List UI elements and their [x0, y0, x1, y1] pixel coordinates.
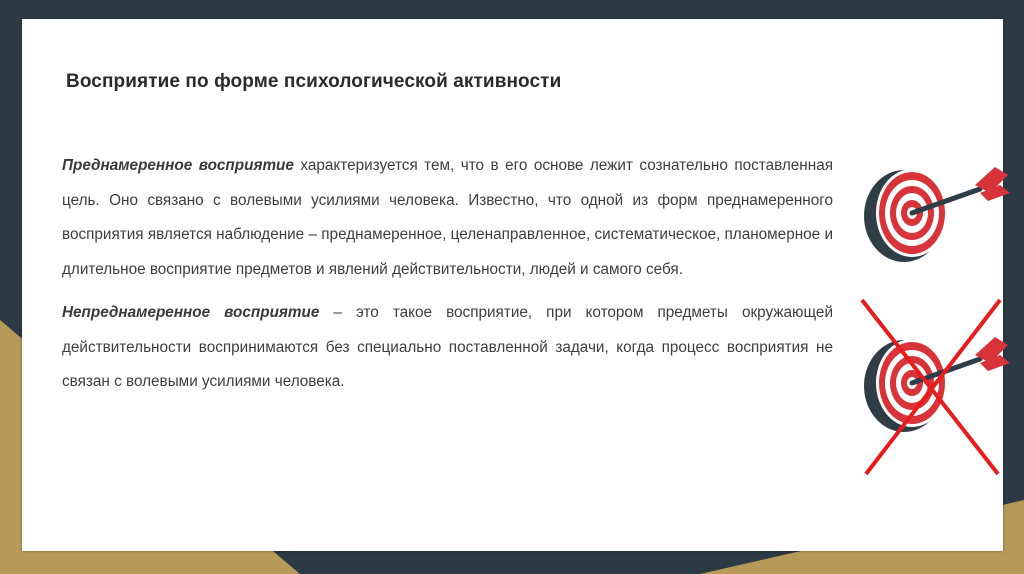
crossed-out-target-icon: [860, 298, 1010, 476]
term-unintentional-perception: Непреднамеренное восприятие: [62, 304, 320, 321]
paragraph-intentional-perception: Преднамеренное восприятие характеризуетс…: [62, 149, 833, 287]
target-with-arrow-icon: [864, 167, 1010, 262]
definition-intentional-perception: характеризуется тем, что в его основе ле…: [62, 157, 833, 278]
term-intentional-perception: Преднамеренное восприятие: [62, 157, 294, 174]
slide: Восприятие по форме психологической акти…: [22, 19, 1010, 551]
slide-body: Преднамеренное восприятие характеризуетс…: [62, 149, 833, 409]
paragraph-unintentional-perception: Непреднамеренное восприятие – это такое …: [62, 296, 833, 400]
slide-title: Восприятие по форме психологической акти…: [66, 71, 562, 92]
